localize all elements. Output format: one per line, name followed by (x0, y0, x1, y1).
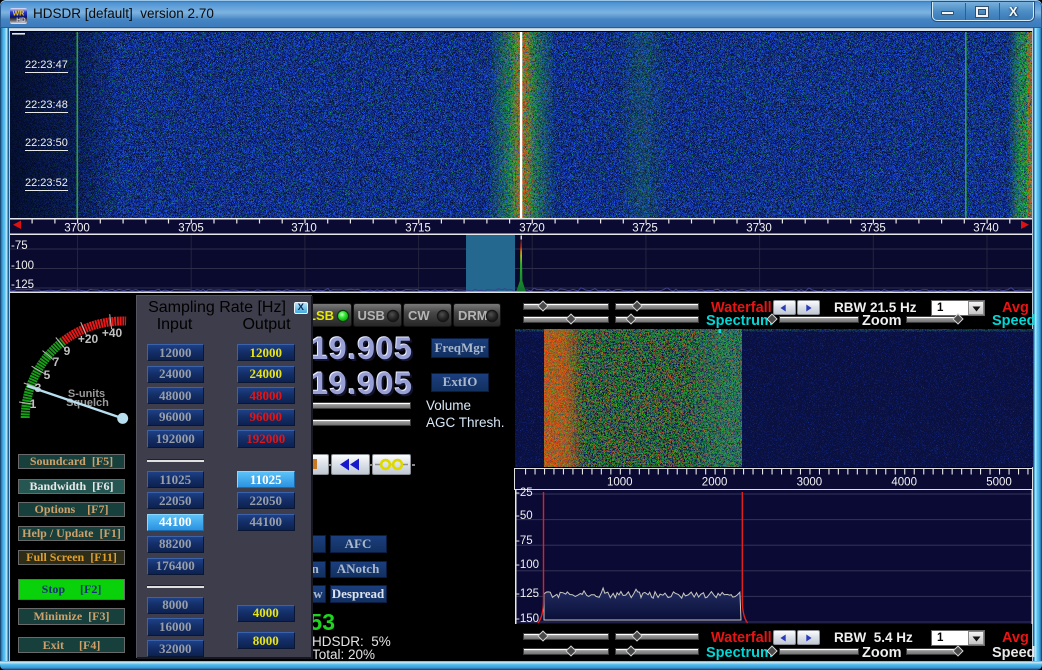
svg-text:HD: HD (16, 17, 26, 24)
svg-text:5: 5 (44, 368, 51, 382)
svg-text:3720: 3720 (519, 223, 545, 235)
svg-text:3710: 3710 (291, 223, 317, 235)
svg-text:+40: +40 (102, 326, 123, 340)
svg-text:3715: 3715 (405, 223, 431, 235)
svg-text:2000: 2000 (702, 476, 728, 488)
svg-text:3730: 3730 (746, 223, 772, 235)
svg-text:4000: 4000 (891, 476, 917, 488)
svg-text:5000: 5000 (986, 476, 1012, 488)
svg-text:+20: +20 (78, 332, 99, 346)
svg-text:9: 9 (64, 344, 71, 358)
svg-text:3725: 3725 (632, 223, 658, 235)
svg-text:3000: 3000 (797, 476, 823, 488)
svg-text:3700: 3700 (64, 223, 90, 235)
svg-text:3735: 3735 (860, 223, 886, 235)
svg-text:1: 1 (30, 397, 37, 411)
svg-text:1000: 1000 (607, 476, 633, 488)
svg-text:3740: 3740 (973, 223, 999, 235)
svg-text:7: 7 (53, 355, 60, 369)
svg-text:3705: 3705 (178, 223, 204, 235)
